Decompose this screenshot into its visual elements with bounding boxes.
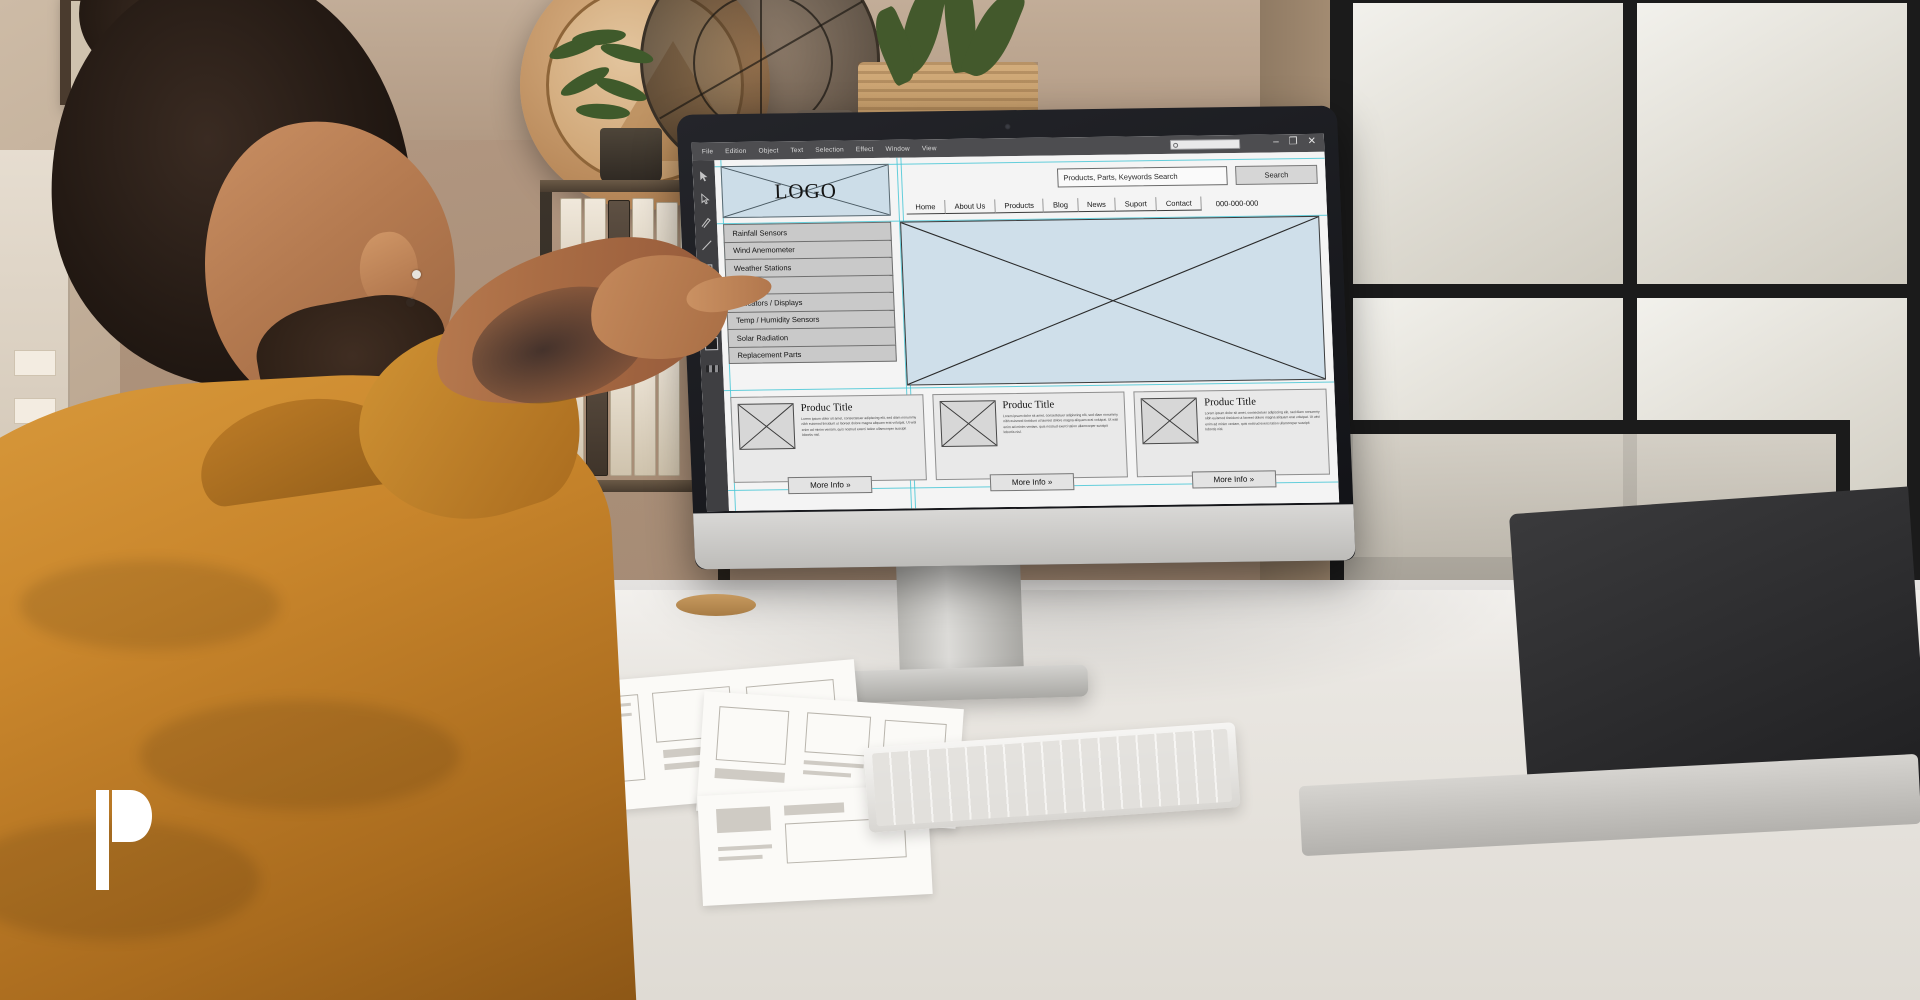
- product-title: Produc Title: [1002, 399, 1055, 412]
- monitor-bezel: File Edition Object Text Selection Effec…: [676, 105, 1356, 570]
- wireframe-header: LOGO Products, Parts, Keywords Search Se…: [720, 158, 1319, 219]
- header-phone-number: 000-000-000: [1215, 198, 1259, 208]
- product-card-row: Produc Title Lorem ipsum dolor sit amet,…: [730, 388, 1331, 495]
- nav-item-about-us[interactable]: About Us: [945, 199, 996, 215]
- product-description: Lorem ipsum dolor sit amet, consectetuer…: [1204, 409, 1320, 432]
- menu-item-effect[interactable]: Effect: [856, 146, 874, 153]
- product-thumbnail: [737, 403, 796, 450]
- product-card[interactable]: Produc Title Lorem ipsum dolor sit amet,…: [730, 394, 927, 495]
- product-card[interactable]: Produc Title Lorem ipsum dolor sit amet,…: [1133, 388, 1331, 489]
- window-controls: – ❐ ✕: [1273, 136, 1316, 148]
- logo-text: LOGO: [773, 178, 838, 203]
- webcam-icon: [1004, 123, 1012, 131]
- product-title: Produc Title: [800, 402, 853, 414]
- product-card[interactable]: Produc Title Lorem ipsum dolor sit amet,…: [931, 391, 1129, 492]
- product-thumbnail: [1140, 397, 1199, 445]
- more-info-button[interactable]: More Info »: [1191, 470, 1277, 489]
- watermark-logo: [96, 790, 152, 890]
- search-input[interactable]: Products, Parts, Keywords Search: [1056, 166, 1228, 188]
- more-info-button[interactable]: More Info »: [787, 475, 873, 495]
- monitor-stand-neck: [895, 557, 1025, 681]
- restore-icon[interactable]: ❐: [1288, 136, 1297, 147]
- application-screen: File Edition Object Text Selection Effec…: [691, 133, 1340, 512]
- nav-item-news[interactable]: News: [1077, 197, 1117, 213]
- design-canvas[interactable]: LOGO Products, Parts, Keywords Search Se…: [714, 151, 1340, 511]
- product-card-body: Produc Title Lorem ipsum dolor sit amet,…: [801, 401, 920, 475]
- menu-item-window[interactable]: Window: [885, 145, 910, 152]
- product-description: Lorem ipsum dolor sit amet, consectetuer…: [1002, 412, 1119, 434]
- hero-image-placeholder[interactable]: [900, 215, 1327, 386]
- placeholder-cross-icon: [940, 401, 997, 446]
- header-right: Products, Parts, Keywords Search Search …: [889, 158, 1319, 216]
- search-row: Products, Parts, Keywords Search Search: [899, 158, 1318, 190]
- scene-root: File Edition Object Text Selection Effec…: [0, 0, 1920, 1000]
- product-thumbnail: [939, 400, 998, 448]
- product-title: Produc Title: [1204, 396, 1257, 409]
- app-search-box[interactable]: [1169, 138, 1241, 150]
- more-info-button[interactable]: More Info »: [989, 473, 1075, 492]
- logo-placeholder[interactable]: LOGO: [720, 163, 891, 219]
- monitor-chin: [693, 504, 1356, 570]
- menu-item-selection[interactable]: Selection: [815, 146, 844, 153]
- product-description: Lorem ipsum dolor sit amet, consectetuer…: [801, 415, 917, 437]
- product-card-body: Produc Title Lorem ipsum dolor sit amet,…: [1002, 399, 1121, 473]
- computer-monitor: File Edition Object Text Selection Effec…: [676, 105, 1356, 570]
- app-body: T: [692, 151, 1340, 512]
- main-navigation: Home About Us Products Blog News Suport …: [900, 195, 1319, 215]
- placeholder-cross-icon: [901, 216, 1325, 385]
- menu-item-text[interactable]: Text: [790, 147, 803, 154]
- product-card-body: Produc Title Lorem ipsum dolor sit amet,…: [1204, 396, 1323, 470]
- close-icon[interactable]: ✕: [1307, 136, 1316, 147]
- category-sidebar: Rainfall Sensors Wind Anemometer Weather…: [722, 221, 898, 388]
- sidebar-item-replacement-parts[interactable]: Replacement Parts: [728, 344, 897, 365]
- nav-item-suport[interactable]: Suport: [1115, 197, 1158, 212]
- search-button[interactable]: Search: [1235, 164, 1318, 185]
- earring: [412, 270, 421, 279]
- menu-item-object[interactable]: Object: [758, 147, 778, 154]
- placeholder-cross-icon: [738, 404, 795, 449]
- placeholder-cross-icon: [1142, 398, 1198, 444]
- minimize-icon[interactable]: –: [1273, 136, 1279, 147]
- nav-item-blog[interactable]: Blog: [1043, 198, 1079, 213]
- wireframe-mockup: LOGO Products, Parts, Keywords Search Se…: [720, 158, 1331, 507]
- nav-item-contact[interactable]: Contact: [1156, 196, 1203, 212]
- search-icon: [1172, 142, 1179, 148]
- wireframe-main: Rainfall Sensors Wind Anemometer Weather…: [722, 215, 1327, 388]
- menu-item-view[interactable]: View: [922, 145, 937, 152]
- nav-item-products[interactable]: Products: [995, 198, 1045, 214]
- nav-item-home[interactable]: Home: [906, 200, 946, 215]
- menu-item-edition[interactable]: Edition: [725, 147, 747, 154]
